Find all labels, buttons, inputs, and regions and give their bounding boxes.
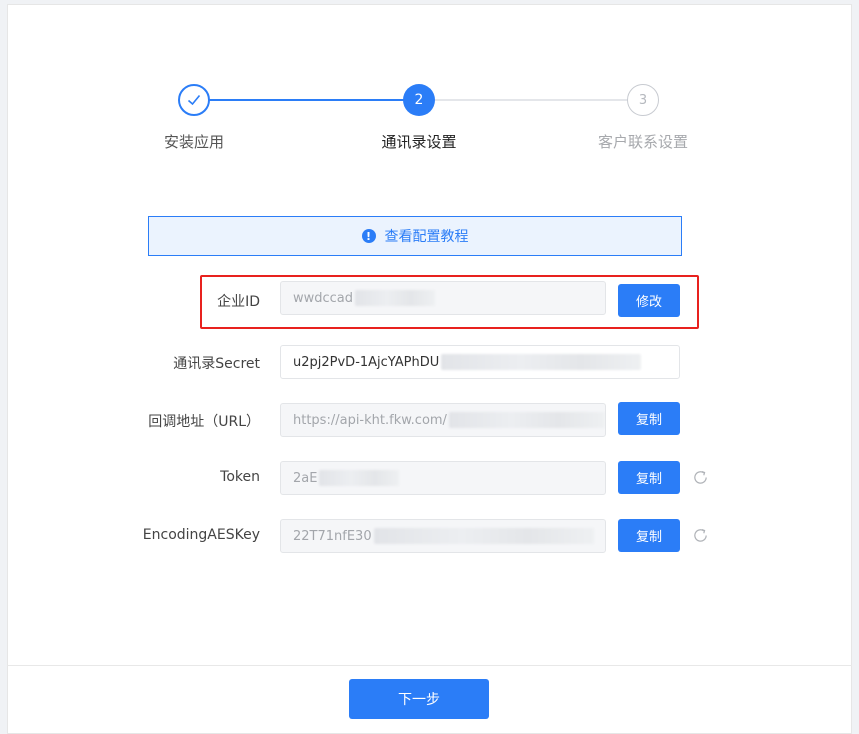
step-1-check-icon: [178, 84, 210, 116]
tutorial-link[interactable]: 查看配置教程: [385, 226, 469, 246]
tutorial-banner[interactable]: ! 查看配置教程: [148, 216, 682, 256]
aes-key-value: 22T71nfE30: [293, 528, 372, 544]
redacted-mask: [355, 290, 436, 306]
modify-button[interactable]: 修改: [618, 284, 680, 317]
callback-url-value: https://api-kht.fkw.com/: [293, 412, 447, 428]
next-step-button[interactable]: 下一步: [349, 679, 489, 719]
redacted-mask: [441, 354, 642, 370]
step-2-circle: 2: [403, 84, 435, 116]
callback-url-field: https://api-kht.fkw.com/: [280, 403, 606, 437]
step-1-label: 安装应用: [163, 133, 224, 151]
callback-url-label: 回调地址（URL）: [148, 414, 260, 430]
step-3-label: 客户联系设置: [597, 133, 688, 151]
footer-divider: [7, 665, 852, 666]
token-field: 2aE: [280, 461, 606, 495]
redacted-mask: [373, 528, 594, 544]
contacts-secret-input[interactable]: u2pj2PvD-1AjcYAPhDU: [280, 345, 680, 379]
corp-id-value: wwdccad: [293, 290, 354, 306]
step-2-label: 通讯录设置: [381, 133, 457, 151]
contacts-secret-label: 通讯录Secret: [173, 356, 260, 372]
redacted-mask: [319, 470, 400, 486]
copy-token-button[interactable]: 复制: [618, 461, 680, 494]
step-connector-done: [209, 99, 404, 101]
copy-aes-key-button[interactable]: 复制: [618, 519, 680, 552]
corp-id-label: 企业ID: [217, 294, 260, 310]
step-connector-pending: [435, 99, 628, 101]
aes-key-label: EncodingAESKey: [142, 527, 260, 543]
info-icon: !: [361, 229, 376, 243]
copy-url-button[interactable]: 复制: [618, 402, 680, 435]
contacts-secret-value: u2pj2PvD-1AjcYAPhDU: [293, 354, 440, 370]
redacted-mask: [448, 412, 605, 428]
step-3-circle: 3: [627, 84, 659, 116]
corp-id-field: wwdccad: [280, 281, 606, 315]
refresh-aes-key-icon[interactable]: [692, 527, 709, 544]
aes-key-field: 22T71nfE30: [280, 519, 606, 553]
refresh-token-icon[interactable]: [692, 469, 709, 486]
token-value: 2aE: [293, 470, 318, 486]
token-label: Token: [220, 469, 260, 485]
